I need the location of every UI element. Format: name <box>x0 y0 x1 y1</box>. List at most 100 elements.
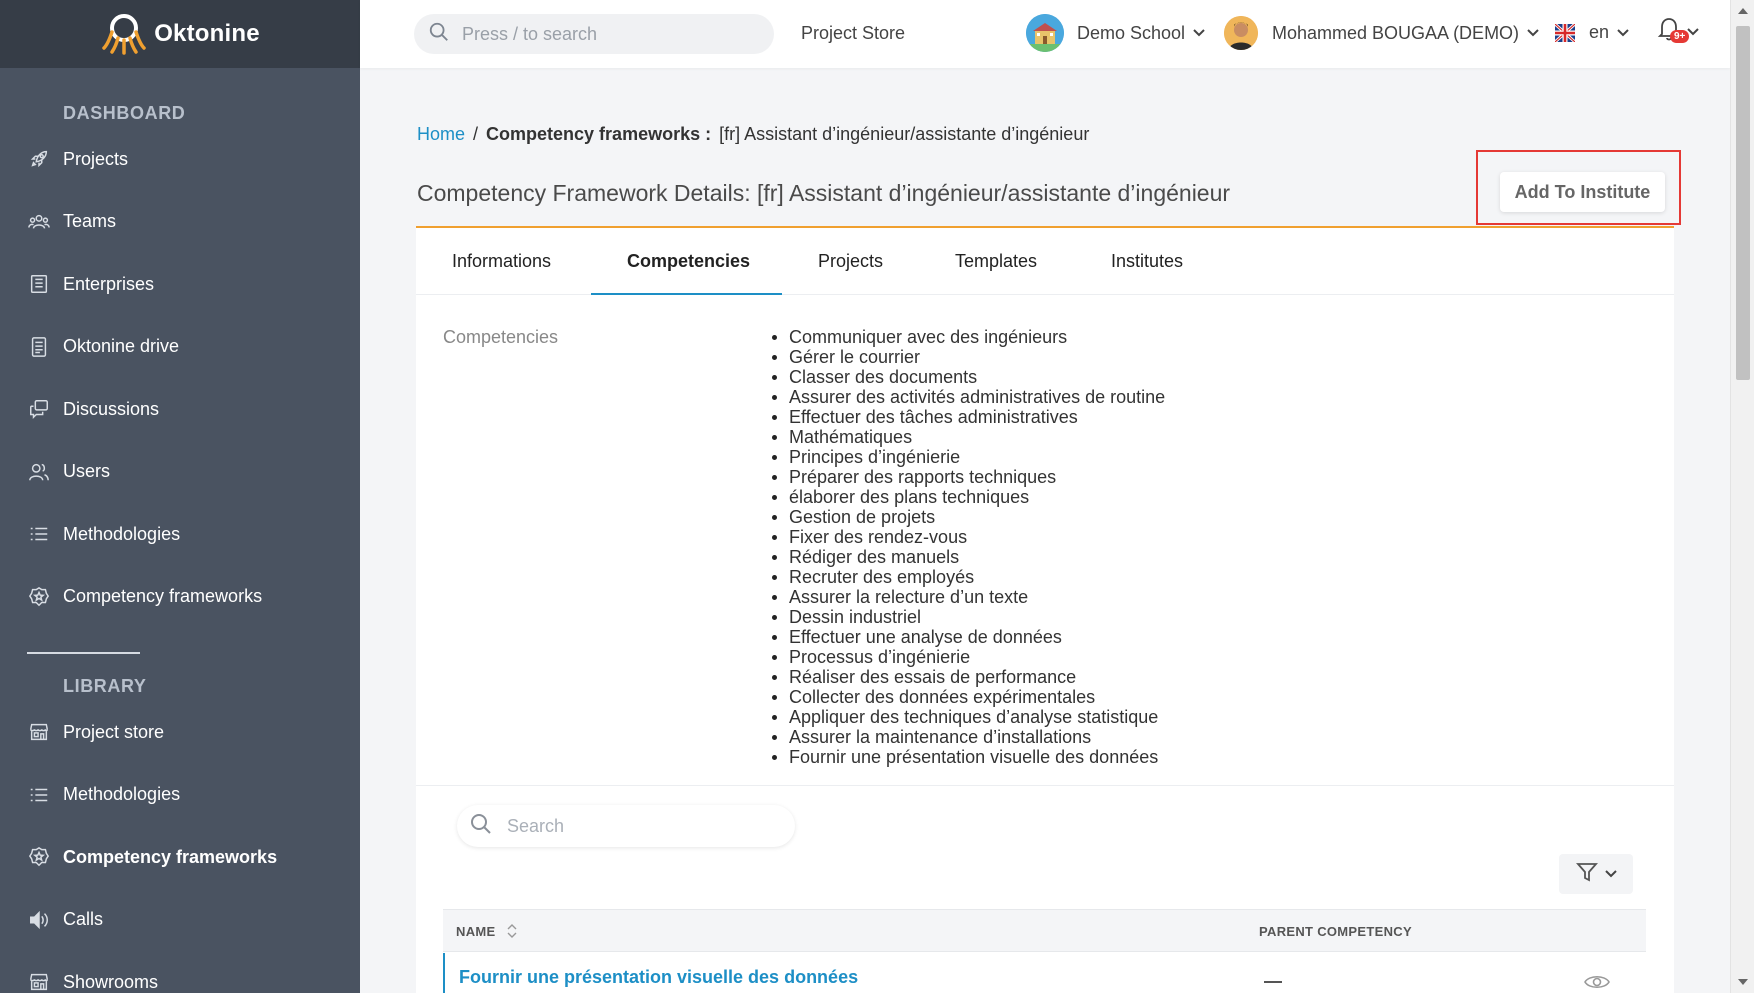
sidebar-item-methodologies[interactable]: Methodologies <box>0 503 360 566</box>
global-search-input[interactable]: Press / to search <box>414 14 774 54</box>
filter-icon <box>1575 860 1599 889</box>
project-store-link[interactable]: Project Store <box>801 23 905 44</box>
list-item: Assurer la relecture d’un texte <box>771 587 1165 607</box>
list-item: Mathématiques <box>771 427 1165 447</box>
chevron-down-icon <box>1527 24 1539 42</box>
list-item: Classer des documents <box>771 367 1165 387</box>
sidebar-item-project-store[interactable]: Project store <box>0 701 360 764</box>
sidebar-item-library-methodologies[interactable]: Methodologies <box>0 764 360 827</box>
page-scrollbar[interactable] <box>1730 0 1754 993</box>
school-name: Demo School <box>1077 22 1186 43</box>
column-header-name[interactable]: NAME <box>456 924 517 941</box>
sidebar-item-users[interactable]: Users <box>0 441 360 504</box>
list-icon <box>26 782 52 808</box>
user-name: Mohammed BOUGAA (DEMO) <box>1272 22 1520 43</box>
library-nav: Project store Methodologies Competency f… <box>0 701 360 993</box>
logo-bar[interactable]: Oktonine <box>0 0 360 68</box>
search-icon <box>469 812 493 841</box>
chevron-down-icon <box>1193 24 1205 42</box>
add-to-institute-button[interactable]: Add To Institute <box>1500 172 1665 212</box>
search-placeholder: Press / to search <box>462 23 598 44</box>
list-item: Rédiger des manuels <box>771 547 1165 567</box>
breadcrumb-current: [fr] Assistant d’ingénieur/assistante d’… <box>719 124 1090 144</box>
competency-search-input[interactable]: Search <box>457 805 795 847</box>
list-item: Appliquer des techniques d’analyse stati… <box>771 707 1165 727</box>
list-item: Effectuer une analyse de données <box>771 627 1165 647</box>
chevron-down-icon <box>1605 865 1617 883</box>
badge-icon <box>26 844 52 870</box>
store-icon <box>26 719 52 745</box>
badge-icon <box>26 584 52 610</box>
sidebar-item-oktonine-drive[interactable]: Oktonine drive <box>0 316 360 379</box>
tab-competencies[interactable]: Competencies <box>627 251 750 272</box>
scroll-up-arrow-icon[interactable] <box>1738 8 1748 14</box>
column-header-parent[interactable]: PARENT COMPETENCY <box>1259 924 1412 939</box>
tab-templates[interactable]: Templates <box>955 251 1037 272</box>
section-divider <box>416 785 1674 786</box>
sidebar-item-label: Showrooms <box>63 971 159 992</box>
sidebar-divider <box>27 652 140 654</box>
rocket-icon <box>26 146 52 172</box>
list-item: Dessin industriel <box>771 607 1165 627</box>
sidebar-item-showrooms[interactable]: Showrooms <box>0 951 360 993</box>
sidebar-item-calls[interactable]: Calls <box>0 889 360 952</box>
oktonine-logo-icon <box>100 10 148 58</box>
sidebar-item-label: Methodologies <box>63 784 181 805</box>
list-item: Principes d’ingénierie <box>771 447 1165 467</box>
sidebar-item-label: Methodologies <box>63 523 181 544</box>
competency-name-link[interactable]: Fournir une présentation visuelle des do… <box>459 967 858 988</box>
sidebar-item-discussions[interactable]: Discussions <box>0 378 360 441</box>
list-item: Effectuer des tâches administratives <box>771 407 1165 427</box>
list-item: Assurer la maintenance d’installations <box>771 727 1165 747</box>
breadcrumb: Home / Competency frameworks : [fr] Assi… <box>417 124 1089 145</box>
scroll-down-arrow-icon[interactable] <box>1738 979 1748 985</box>
eye-icon[interactable] <box>1584 973 1610 993</box>
sidebar-item-teams[interactable]: Teams <box>0 191 360 254</box>
tab-informations[interactable]: Informations <box>452 251 551 272</box>
search-icon <box>428 21 450 48</box>
sidebar-item-label: Oktonine drive <box>63 336 180 357</box>
tab-projects[interactable]: Projects <box>818 251 883 272</box>
list-item: élaborer des plans techniques <box>771 487 1165 507</box>
filter-button[interactable] <box>1559 854 1633 894</box>
tab-institutes[interactable]: Institutes <box>1111 251 1183 272</box>
library-section-title: LIBRARY <box>63 676 147 696</box>
sidebar-item-label: Discussions <box>63 398 160 419</box>
drive-icon <box>26 334 52 360</box>
list-icon <box>26 521 52 547</box>
topbar: Press / to search Project Store Demo Sch… <box>360 0 1730 68</box>
team-icon <box>26 209 52 235</box>
sort-icon <box>507 924 517 941</box>
framework-details-card: Informations Competencies Projects Templ… <box>416 228 1674 993</box>
chat-icon <box>26 396 52 422</box>
users-icon <box>26 459 52 485</box>
list-item: Assurer des activités administratives de… <box>771 387 1166 407</box>
notifications-button[interactable]: 9+ <box>1657 16 1699 47</box>
logo-text: Oktonine <box>154 20 260 47</box>
notification-badge: 9+ <box>1670 30 1690 43</box>
school-selector[interactable]: Demo School <box>1026 14 1205 52</box>
sidebar-item-label: Enterprises <box>63 273 155 294</box>
sidebar: Oktonine DASHBOARD Projects Teams Enterp… <box>0 0 360 993</box>
sidebar-item-projects[interactable]: Projects <box>0 128 360 191</box>
list-item: Préparer des rapports techniques <box>771 467 1165 487</box>
list-item: Gérer le courrier <box>771 347 1165 367</box>
table-row[interactable]: Fournir une présentation visuelle des do… <box>443 953 1646 993</box>
sidebar-item-enterprises[interactable]: Enterprises <box>0 253 360 316</box>
list-item: Communiquer avec des ingénieurs <box>771 327 1165 347</box>
breadcrumb-home-link[interactable]: Home <box>417 124 465 145</box>
sidebar-item-label: Project store <box>63 721 165 742</box>
competencies-label: Competencies <box>443 327 559 347</box>
sidebar-item-label: Users <box>63 461 111 482</box>
list-item: Gestion de projets <box>771 507 1165 527</box>
breadcrumb-section[interactable]: Competency frameworks : <box>486 124 711 145</box>
school-avatar <box>1026 14 1064 52</box>
sidebar-item-library-competency-frameworks[interactable]: Competency frameworks <box>0 826 360 889</box>
list-item: Processus d’ingénierie <box>771 647 1165 667</box>
language-selector[interactable]: en <box>1555 22 1629 43</box>
sidebar-item-label: Teams <box>63 211 117 232</box>
sidebar-item-label: Competency frameworks <box>63 586 263 607</box>
scroll-thumb[interactable] <box>1736 26 1750 380</box>
sidebar-item-competency-frameworks[interactable]: Competency frameworks <box>0 566 360 629</box>
user-menu[interactable]: Mohammed BOUGAA (DEMO) <box>1224 16 1539 50</box>
